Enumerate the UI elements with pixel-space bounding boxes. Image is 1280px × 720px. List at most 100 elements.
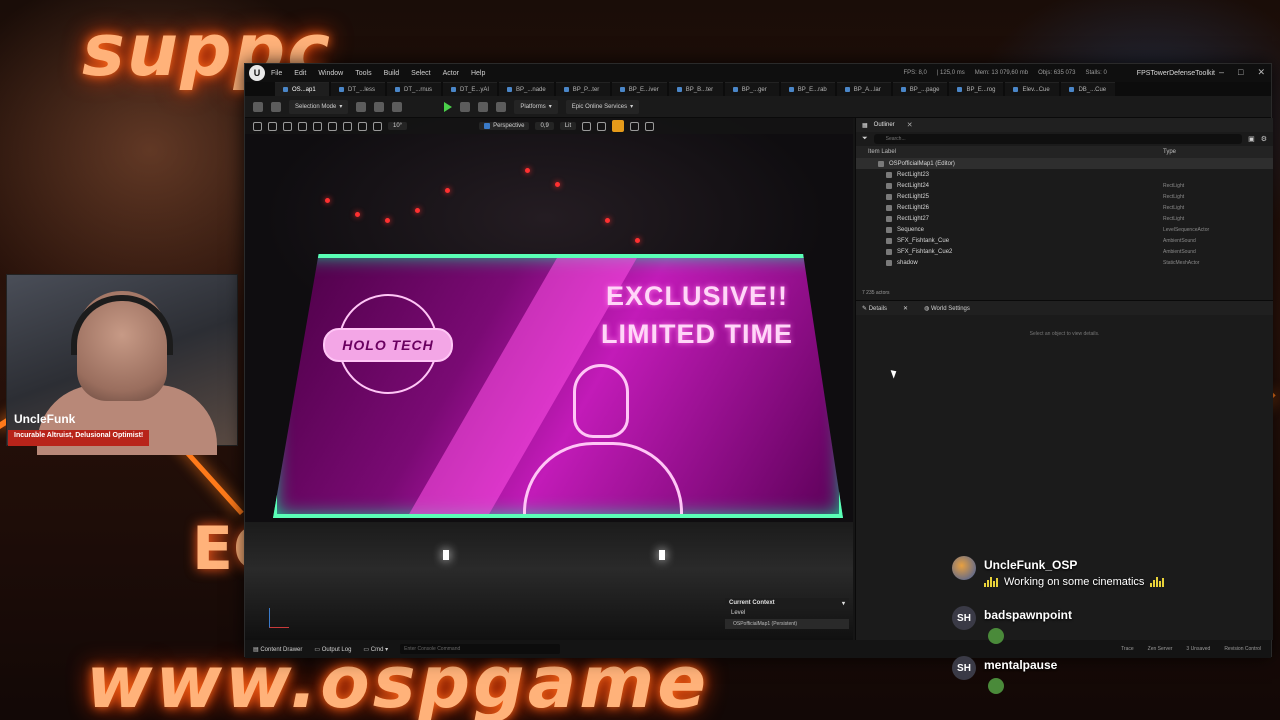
- tab-label: BP_E...iver: [628, 86, 659, 93]
- platforms-label: Platforms: [520, 103, 546, 110]
- cinematics-icon[interactable]: [392, 101, 403, 112]
- revision-control-button[interactable]: Revision Control: [1224, 646, 1261, 652]
- menu-file[interactable]: File: [271, 70, 282, 77]
- asset-tab[interactable]: BP_E...rog: [949, 82, 1004, 96]
- outliner-row[interactable]: RectLight26 RectLight: [856, 202, 1273, 213]
- menu-help[interactable]: Help: [471, 70, 485, 77]
- row-label: RectLight25: [897, 193, 930, 200]
- cmd-label: Cmd: [370, 646, 384, 653]
- asset-tab[interactable]: BP_A...lar: [836, 82, 891, 96]
- asset-tab[interactable]: OS...ap1: [275, 82, 329, 96]
- outliner-tab[interactable]: ▦ Outliner ✕: [856, 118, 1273, 132]
- show-flags-icon[interactable]: [582, 121, 592, 131]
- scale-tool-icon[interactable]: [313, 121, 322, 131]
- rotate-tool-icon[interactable]: [298, 121, 307, 131]
- fov-value: 10°: [393, 123, 403, 129]
- col-type[interactable]: Type: [1163, 149, 1273, 155]
- grid-snap-icon[interactable]: [358, 121, 367, 131]
- chevron-down-icon: ▾: [630, 104, 634, 110]
- chevron-down-icon: ▾: [339, 104, 343, 110]
- details-tab[interactable]: ✎ Details: [862, 305, 887, 312]
- realtime-icon[interactable]: [597, 121, 607, 131]
- menu-build[interactable]: Build: [384, 70, 400, 77]
- outliner-row[interactable]: RectLight23: [856, 169, 1273, 180]
- launch-icon[interactable]: [496, 101, 507, 112]
- asset-tab[interactable]: Elev...Cue: [1005, 82, 1060, 96]
- close-icon[interactable]: ✕: [907, 121, 913, 129]
- stop-icon[interactable]: [478, 101, 489, 112]
- unreal-logo-icon[interactable]: U: [249, 65, 265, 81]
- filter-icon[interactable]: ⏷: [862, 135, 868, 143]
- content-drawer-button[interactable]: ▤ Content Drawer: [253, 646, 302, 653]
- platforms-button[interactable]: Platforms ▾: [514, 99, 558, 114]
- angle-snap-icon[interactable]: [373, 121, 382, 131]
- menu-edit[interactable]: Edit: [294, 70, 306, 77]
- lit-mode-button[interactable]: Lit: [559, 122, 577, 130]
- current-context-panel: Current Context ▾ Level OSPofficialMap1 (…: [725, 598, 849, 634]
- cmd-dropdown[interactable]: ▭ Cmd ▾: [363, 646, 388, 653]
- tab-label: Elev...Cue: [1022, 86, 1050, 93]
- move-tool-icon[interactable]: [283, 121, 292, 131]
- row-type: StaticMeshActor: [1163, 259, 1200, 266]
- world-settings-tab[interactable]: ◍ World Settings: [924, 305, 970, 312]
- red-light: [555, 182, 560, 187]
- asset-tab[interactable]: BP_P...ter: [555, 82, 610, 96]
- context-value-dropdown[interactable]: OSPofficialMap1 (Persistent): [725, 619, 849, 629]
- streamer-name: UncleFunk: [14, 412, 76, 426]
- outliner-row[interactable]: SFX_Fishtank_Cue2 AmbientSound: [856, 246, 1273, 257]
- select-tool-icon[interactable]: [268, 121, 277, 131]
- content-browser-icon[interactable]: [271, 101, 281, 112]
- camera-speed-button[interactable]: 0,9: [535, 122, 554, 130]
- step-icon[interactable]: [460, 101, 471, 112]
- asset-tab[interactable]: DT_...rnus: [387, 82, 441, 96]
- world-space-icon[interactable]: [328, 121, 337, 131]
- viewport-menu-icon[interactable]: [253, 121, 262, 131]
- layout-icon[interactable]: [645, 121, 655, 131]
- minimize-icon[interactable]: –: [1219, 67, 1224, 78]
- menu-window[interactable]: Window: [318, 70, 343, 77]
- save-icon[interactable]: [253, 101, 263, 112]
- asset-tab[interactable]: BP_B...ter: [668, 82, 723, 96]
- output-log-button[interactable]: ▭ Output Log: [314, 646, 351, 653]
- chevron-down-icon[interactable]: ▾: [842, 600, 845, 607]
- asset-tab[interactable]: DB_...Cue: [1061, 82, 1116, 96]
- outliner-search-input[interactable]: Search...: [873, 134, 1243, 144]
- close-icon[interactable]: ✕: [903, 305, 908, 312]
- outliner-row[interactable]: RectLight24 RectLight: [856, 180, 1273, 191]
- outliner-row[interactable]: SFX_Fishtank_Cue AmbientSound: [856, 235, 1273, 246]
- menu-actor[interactable]: Actor: [443, 70, 459, 77]
- add-folder-icon[interactable]: ▣: [1248, 135, 1255, 143]
- fov-button[interactable]: 10°: [388, 122, 408, 130]
- outliner-tab-label: Outliner: [873, 122, 895, 128]
- online-services-button[interactable]: Epic Online Services ▾: [565, 99, 640, 114]
- add-actor-icon[interactable]: [356, 101, 367, 112]
- menu-select[interactable]: Select: [411, 70, 430, 77]
- asset-tab[interactable]: DT_E...yAI: [443, 82, 498, 96]
- outliner-row[interactable]: RectLight27 RectLight: [856, 213, 1273, 224]
- surface-snap-icon[interactable]: [343, 121, 352, 131]
- world-row[interactable]: OSPofficialMap1 (Editor): [856, 158, 1273, 169]
- blueprint-menu-icon[interactable]: [374, 101, 385, 112]
- settings-icon[interactable]: [630, 121, 640, 131]
- console-command-input[interactable]: Enter Console Command: [400, 644, 561, 654]
- asset-tab[interactable]: DT_...less: [331, 82, 385, 96]
- asset-tab[interactable]: BP_...ger: [724, 82, 779, 96]
- asset-tab[interactable]: BP_E...iver: [611, 82, 667, 96]
- level-viewport[interactable]: HOLO TECH EXCLUSIVE!! LIMITED TIME 10° P…: [245, 118, 853, 640]
- performance-icon[interactable]: [612, 120, 625, 132]
- col-item-label[interactable]: Item Label: [868, 149, 896, 155]
- selection-mode-dropdown[interactable]: Selection Mode ▾: [289, 99, 349, 114]
- asset-tab[interactable]: BP_...page: [892, 82, 948, 96]
- outliner-row[interactable]: Sequence LevelSequenceActor: [856, 224, 1273, 235]
- menu-tools[interactable]: Tools: [355, 70, 371, 77]
- close-icon[interactable]: ✕: [1257, 67, 1265, 78]
- play-icon[interactable]: [444, 101, 453, 112]
- asset-tab[interactable]: BP_E...rab: [780, 82, 835, 96]
- perspective-button[interactable]: Perspective: [479, 122, 530, 130]
- outliner-row[interactable]: RectLight25 RectLight: [856, 191, 1273, 202]
- gear-icon[interactable]: ⚙: [1261, 135, 1267, 143]
- maximize-icon[interactable]: □: [1238, 67, 1243, 78]
- rect-light-icon: [886, 182, 892, 189]
- outliner-row[interactable]: shadow StaticMeshActor: [856, 257, 1273, 268]
- asset-tab[interactable]: BP_...nade: [499, 82, 554, 96]
